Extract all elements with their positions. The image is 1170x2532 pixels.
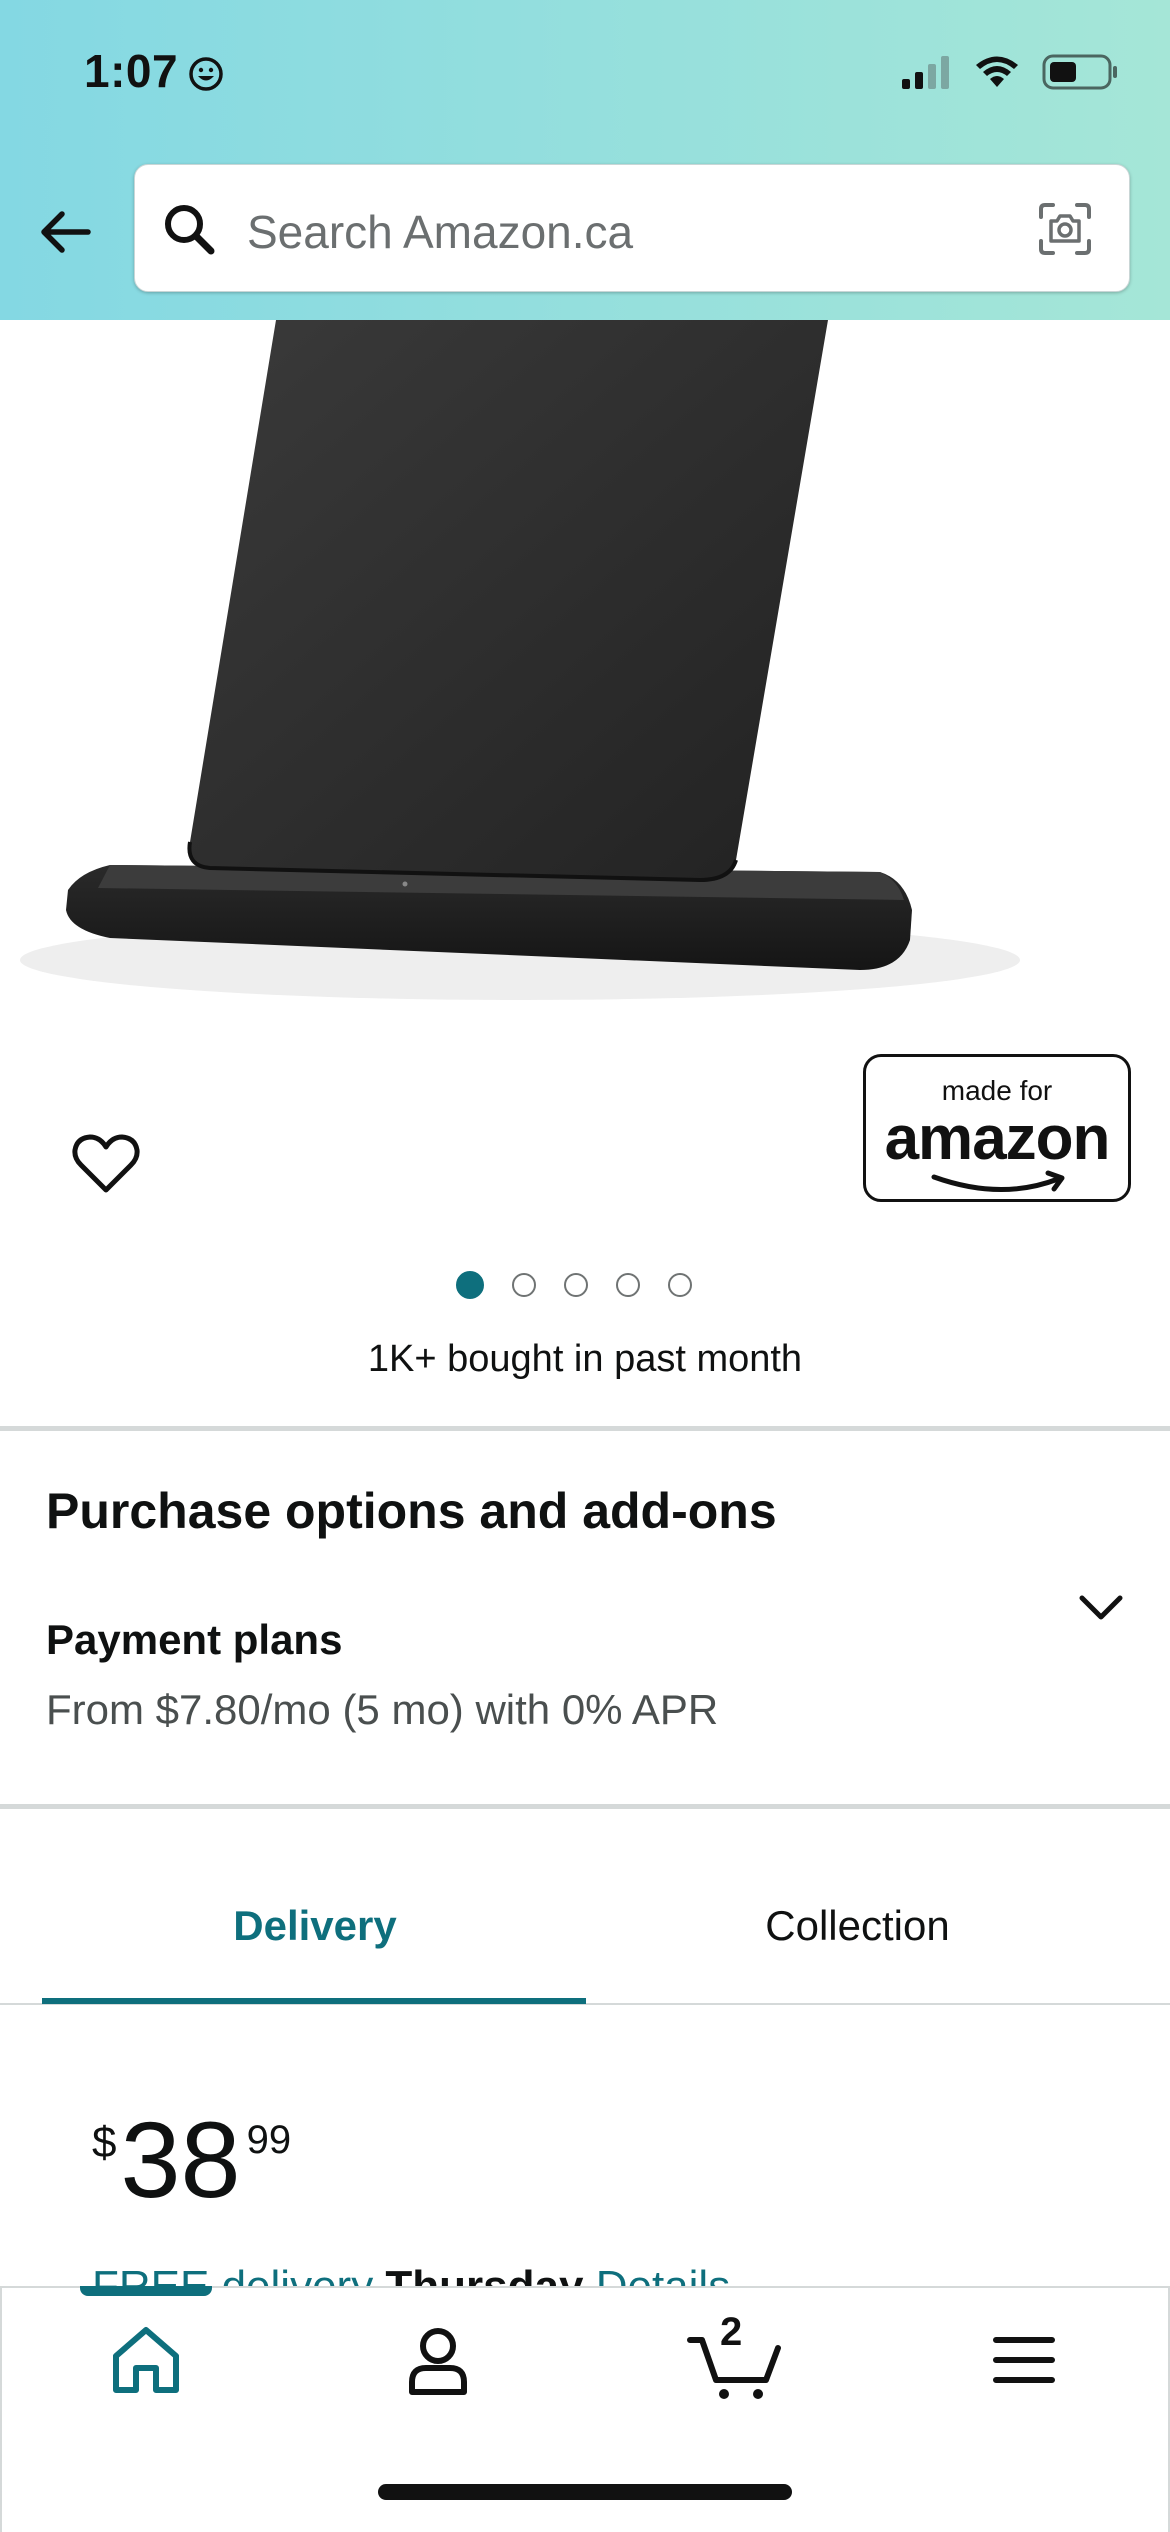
focus-smiley-icon	[189, 57, 223, 91]
search-input[interactable]: Search Amazon.ca	[134, 164, 1130, 292]
amazon-smile-icon	[931, 1170, 1065, 1192]
payment-plans-title[interactable]: Payment plans	[46, 1616, 342, 1664]
menu-icon[interactable]	[982, 2318, 1066, 2402]
header-bar: 1:07 Search Amazon.ca	[0, 0, 1170, 320]
product-image[interactable]	[0, 320, 1170, 1020]
carousel-dot-2[interactable]	[512, 1273, 536, 1297]
tab-delivery[interactable]: Delivery	[0, 1902, 630, 1950]
status-indicators	[902, 54, 1118, 90]
home-indicator[interactable]	[378, 2484, 792, 2500]
payment-plans-description: From $7.80/mo (5 mo) with 0% APR	[46, 1686, 719, 1733]
camera-search-icon[interactable]	[1035, 199, 1095, 259]
carousel-dot-3[interactable]	[564, 1273, 588, 1297]
price-currency-symbol: $	[92, 2118, 117, 2167]
search-placeholder: Search Amazon.ca	[247, 206, 634, 258]
wifi-icon	[976, 56, 1018, 87]
carousel-dot-1[interactable]	[456, 1271, 484, 1299]
section-divider	[0, 1426, 1170, 1431]
nav-active-indicator	[80, 2286, 212, 2296]
made-for-amazon-badge: made for amazon	[863, 1054, 1131, 1202]
home-icon[interactable]	[104, 2318, 188, 2402]
cellular-signal-icon	[902, 56, 949, 89]
account-icon[interactable]	[396, 2318, 480, 2402]
tab-collection[interactable]: Collection	[585, 1902, 1130, 1950]
tab-selected-indicator	[42, 1998, 586, 2004]
carousel-dot-5[interactable]	[668, 1273, 692, 1297]
price-fraction: 99	[246, 2118, 292, 2162]
purchase-options-title: Purchase options and add-ons	[46, 1483, 777, 1539]
back-arrow-icon[interactable]	[34, 200, 98, 264]
carousel-dot-4[interactable]	[616, 1273, 640, 1297]
status-time: 1:07	[84, 45, 179, 97]
wishlist-heart-icon[interactable]	[72, 1132, 140, 1196]
search-icon	[165, 205, 215, 255]
section-divider	[0, 1804, 1170, 1809]
battery-icon	[1042, 54, 1117, 90]
cart-count-badge: 2	[720, 2310, 743, 2354]
bought-in-past-month: 1K+ bought in past month	[367, 1338, 803, 1380]
image-carousel-dots[interactable]	[456, 1271, 692, 1299]
chevron-down-icon[interactable]	[1076, 1590, 1126, 1626]
badge-line2: amazon	[884, 1104, 1111, 1173]
price-whole: 38	[120, 2099, 241, 2220]
price: $ 38 99	[92, 2106, 291, 2214]
